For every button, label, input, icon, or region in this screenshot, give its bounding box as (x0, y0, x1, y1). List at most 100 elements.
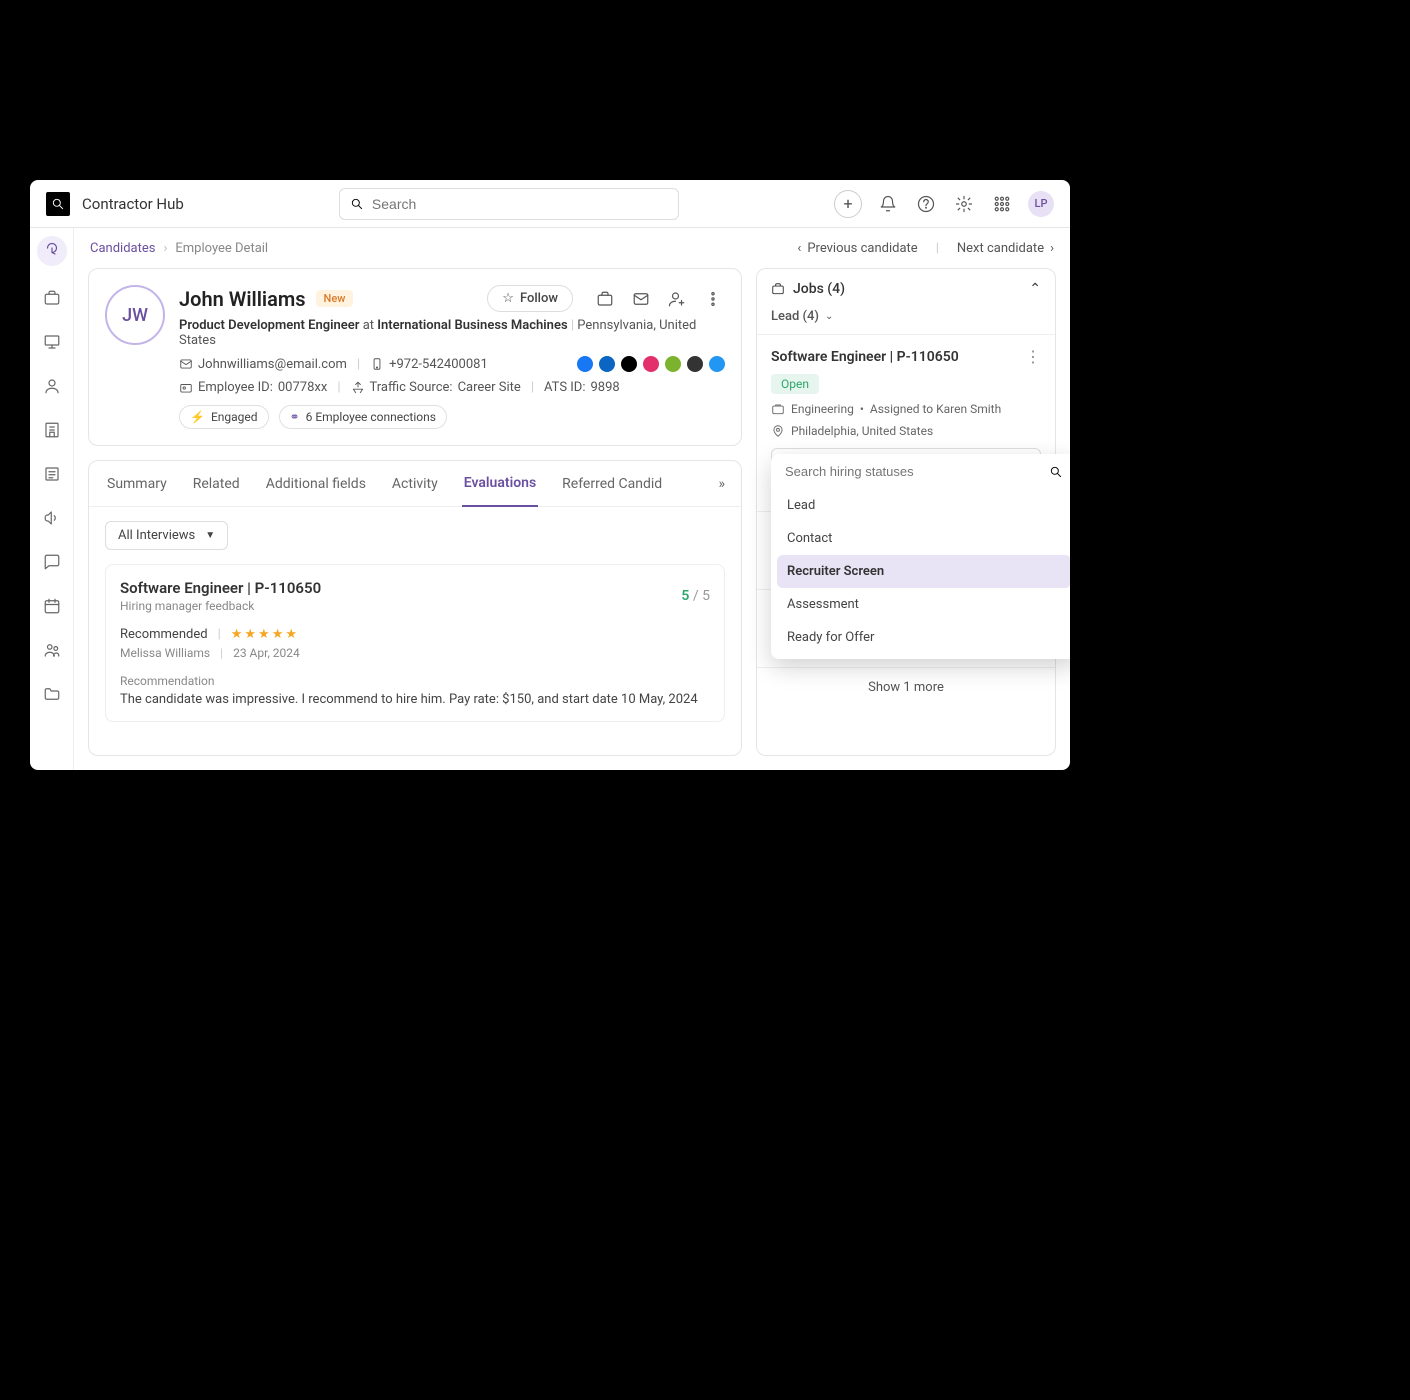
search-input[interactable] (372, 196, 668, 212)
job-title[interactable]: Software Engineer | P-110650 (771, 349, 959, 365)
star-icon: ☆ (502, 291, 514, 306)
status-option-contact[interactable]: Contact (777, 522, 1070, 555)
rail-dashboard[interactable] (37, 236, 67, 266)
tab-summary[interactable]: Summary (105, 462, 169, 506)
id-icon (179, 381, 193, 395)
rec-label: Recommended (120, 627, 208, 642)
rec-text: The candidate was impressive. I recommen… (120, 692, 710, 707)
job-more-icon[interactable]: ⋮ (1025, 347, 1041, 366)
tab-evaluations[interactable]: Evaluations (462, 461, 538, 507)
instagram-icon[interactable] (643, 356, 659, 372)
app-logo[interactable] (46, 192, 70, 216)
follow-button[interactable]: ☆ Follow (487, 285, 573, 312)
tab-referred[interactable]: Referred Candid (560, 462, 664, 506)
briefcase-icon (771, 402, 785, 416)
rail-presentation[interactable] (40, 330, 64, 354)
jobs-header[interactable]: Jobs (4) ⌃ (757, 269, 1055, 309)
rail-team[interactable] (40, 638, 64, 662)
wechat-icon[interactable] (665, 356, 681, 372)
employee-id: Employee ID: 00778xx (179, 380, 327, 395)
next-candidate-link[interactable]: Next candidate › (957, 241, 1054, 256)
candidate-name: John Williams (179, 287, 306, 311)
status-option-ready-offer[interactable]: Ready for Offer (777, 621, 1070, 654)
search-icon (350, 197, 364, 211)
phone-icon (370, 357, 384, 371)
linkedin-icon[interactable] (599, 356, 615, 372)
rail-org[interactable] (40, 418, 64, 442)
briefcase-icon[interactable] (593, 287, 617, 311)
status-option-assessment[interactable]: Assessment (777, 588, 1070, 621)
rail-announce[interactable] (40, 506, 64, 530)
rail-folder[interactable] (40, 682, 64, 706)
x-icon[interactable] (621, 356, 637, 372)
lead-filter[interactable]: Lead (4) ⌄ (757, 309, 1055, 334)
status-search-input[interactable] (785, 464, 1041, 479)
candidate-company: International Business Machines (377, 318, 567, 333)
status-option-recruiter-screen[interactable]: Recruiter Screen (777, 555, 1070, 588)
prev-candidate-link[interactable]: ‹ Previous candidate (797, 241, 917, 256)
eval-author: Melissa Williams (120, 646, 210, 660)
show-more-button[interactable]: Show 1 more (757, 667, 1055, 707)
user-avatar[interactable]: LP (1028, 191, 1054, 217)
breadcrumb-current: Employee Detail (175, 241, 268, 256)
more-icon[interactable] (701, 287, 725, 311)
help-icon[interactable] (914, 192, 938, 216)
jobs-panel: Jobs (4) ⌃ Lead (4) ⌄ Software Engineer … (756, 268, 1056, 756)
phone-field[interactable]: +972-542400081 (370, 357, 488, 372)
breadcrumb-root[interactable]: Candidates (90, 241, 155, 256)
app-title: Contractor Hub (82, 195, 184, 213)
location-icon (771, 424, 785, 438)
chevron-down-icon: ⌄ (825, 311, 833, 322)
eval-subtitle: Hiring manager feedback (120, 599, 321, 613)
tab-related[interactable]: Related (191, 462, 242, 506)
tabs-more-icon[interactable]: » (718, 462, 725, 506)
mail-icon[interactable] (629, 287, 653, 311)
chevron-right-icon: › (163, 241, 167, 256)
github-icon[interactable] (687, 356, 703, 372)
new-badge: New (316, 290, 354, 307)
rec-heading: Recommendation (120, 674, 710, 688)
notifications-icon[interactable] (876, 192, 900, 216)
mail-icon (179, 357, 193, 371)
evaluation-item: Software Engineer | P-110650 Hiring mana… (105, 564, 725, 722)
facebook-icon[interactable] (577, 356, 593, 372)
caret-down-icon: ▼ (205, 530, 215, 541)
rail-jobs[interactable] (40, 286, 64, 310)
email-field[interactable]: Johnwilliams@email.com (179, 357, 347, 372)
link-icon: ⚭ (290, 410, 300, 424)
traffic-source: Traffic Source: Career Site (351, 380, 521, 395)
rail-list[interactable] (40, 462, 64, 486)
candidate-header-card: JW John Williams New ☆ Follow (88, 268, 742, 446)
settings-icon[interactable] (952, 192, 976, 216)
eval-date: 23 Apr, 2024 (233, 646, 300, 660)
chevron-left-icon: ‹ (797, 241, 801, 256)
candidate-avatar: JW (105, 285, 165, 345)
engaged-chip[interactable]: ⚡ Engaged (179, 405, 269, 429)
global-search[interactable] (339, 188, 679, 220)
tabs-card: Summary Related Additional fields Activi… (88, 460, 742, 756)
status-popover: Lead Contact Recruiter Screen Assessment… (771, 454, 1070, 659)
add-person-icon[interactable] (665, 287, 689, 311)
eval-job-title: Software Engineer | P-110650 (120, 579, 321, 597)
rail-calendar[interactable] (40, 594, 64, 618)
topbar: Contractor Hub + LP (30, 180, 1070, 228)
chevron-up-icon: ⌃ (1029, 281, 1041, 297)
info-icon[interactable] (709, 356, 725, 372)
apps-icon[interactable] (990, 192, 1014, 216)
candidate-role: Product Development Engineer (179, 318, 359, 333)
chevron-right-icon: › (1050, 241, 1054, 256)
source-icon (351, 381, 365, 395)
status-pill: Open (771, 374, 819, 394)
status-option-lead[interactable]: Lead (777, 489, 1070, 522)
breadcrumb-bar: Candidates › Employee Detail ‹ Previous … (74, 228, 1070, 268)
add-button[interactable]: + (834, 190, 862, 218)
tab-activity[interactable]: Activity (390, 462, 440, 506)
rating-stars: ★★★★★ (231, 627, 299, 642)
search-icon (1049, 465, 1063, 479)
app-window: Contractor Hub + LP (30, 180, 1070, 770)
connections-chip[interactable]: ⚭ 6 Employee connections (279, 405, 447, 429)
tab-additional[interactable]: Additional fields (264, 462, 368, 506)
rail-chat[interactable] (40, 550, 64, 574)
interview-filter[interactable]: All Interviews ▼ (105, 521, 228, 550)
rail-person[interactable] (40, 374, 64, 398)
